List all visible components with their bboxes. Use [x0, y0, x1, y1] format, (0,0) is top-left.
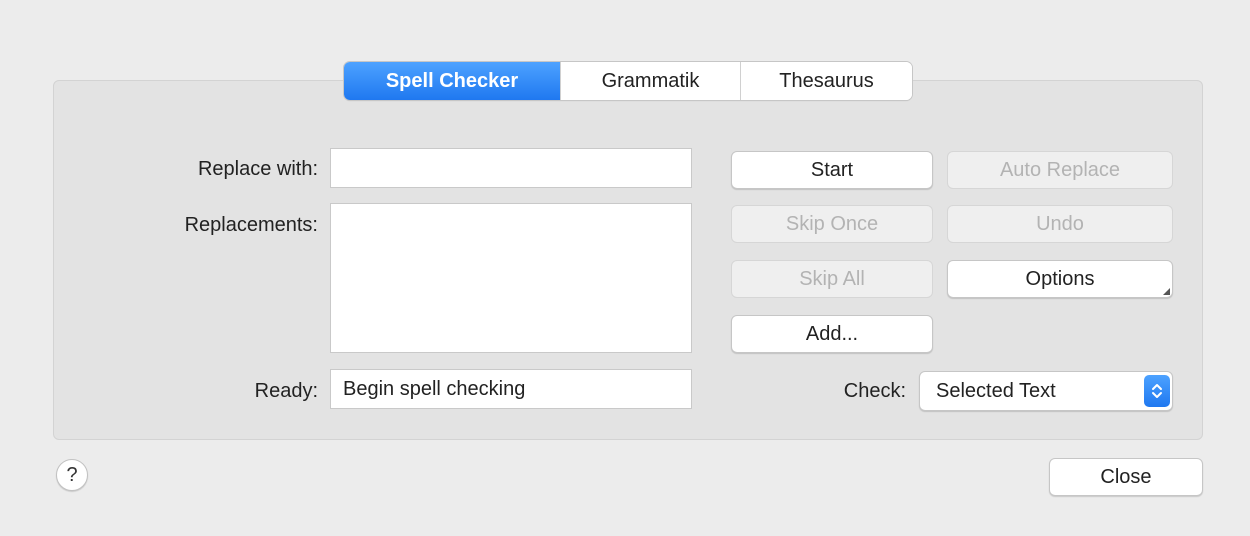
disclosure-corner-icon: [1163, 288, 1170, 295]
question-mark-icon: ?: [66, 464, 78, 486]
auto-replace-button[interactable]: Auto Replace: [947, 151, 1173, 189]
skip-all-button[interactable]: Skip All: [731, 260, 933, 298]
replacements-label: Replacements:: [184, 214, 318, 236]
skip-once-button[interactable]: Skip Once: [731, 205, 933, 243]
close-button[interactable]: Close: [1049, 458, 1203, 496]
tab-thesaurus[interactable]: Thesaurus: [740, 62, 912, 100]
check-label: Check:: [843, 380, 906, 402]
help-button[interactable]: ?: [56, 459, 88, 491]
options-button[interactable]: Options: [947, 260, 1173, 298]
options-button-label: Options: [1025, 268, 1095, 290]
check-scope-value: Selected Text: [936, 380, 1056, 402]
replacements-list[interactable]: [330, 203, 692, 353]
undo-button[interactable]: Undo: [947, 205, 1173, 243]
replace-with-field[interactable]: [330, 148, 692, 188]
up-down-chevron-icon: [1144, 375, 1170, 407]
add-button[interactable]: Add...: [731, 315, 933, 353]
tab-grammatik[interactable]: Grammatik: [560, 62, 740, 100]
tab-bar: Spell Checker Grammatik Thesaurus: [344, 62, 912, 100]
tab-spell-checker[interactable]: Spell Checker: [344, 62, 560, 100]
check-scope-select[interactable]: Selected Text: [919, 371, 1173, 411]
replace-with-label: Replace with:: [197, 158, 318, 180]
spell-checker-dialog: Spell Checker Grammatik Thesaurus Replac…: [0, 0, 1250, 536]
ready-status-field: Begin spell checking: [330, 369, 692, 409]
start-button[interactable]: Start: [731, 151, 933, 189]
ready-label: Ready:: [254, 380, 318, 402]
